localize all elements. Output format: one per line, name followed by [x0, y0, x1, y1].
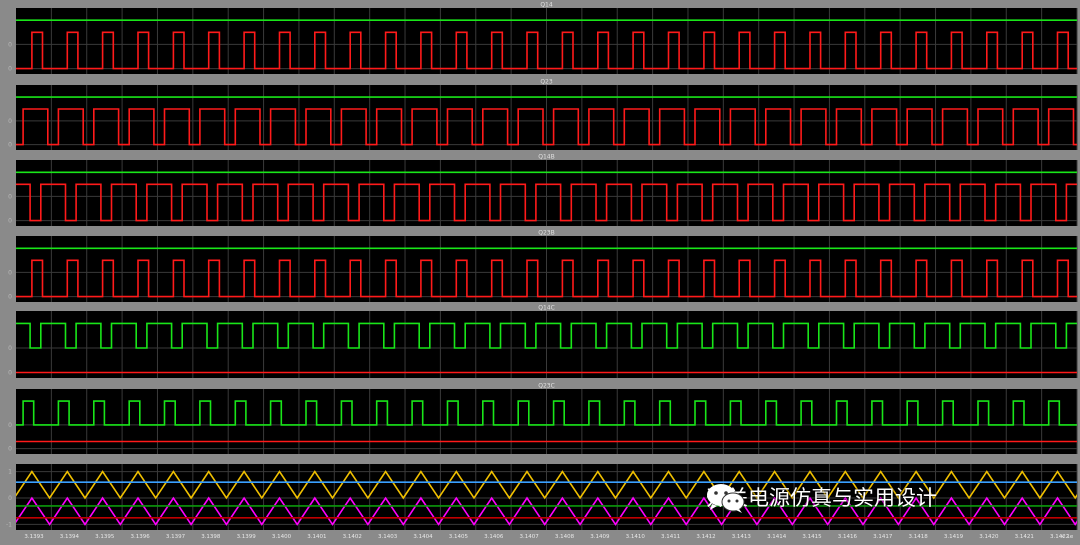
- y-tick-label: 0: [8, 41, 12, 48]
- y-tick-label: 0: [8, 142, 12, 149]
- y-tick-label: 0: [8, 294, 12, 301]
- subplot-q23b: Q23B 0 0: [8, 230, 1078, 302]
- subplot-title: Q14: [540, 2, 553, 9]
- x-tick-label: 3.1420: [979, 534, 999, 540]
- x-tick-label: 3.1402: [343, 534, 362, 540]
- x-tick-label: 3.1398: [201, 534, 221, 540]
- subplot-q14c: Q14C 0 0: [8, 305, 1078, 378]
- y-tick-label: -1: [6, 521, 12, 528]
- x-tick-label: 3.1418: [909, 534, 929, 540]
- x-tick-label: 3.1403: [378, 534, 398, 540]
- x-tick-label: 3.1408: [555, 534, 575, 540]
- x-tick-label: 3.1397: [166, 534, 186, 540]
- subplot-title: Q23C: [538, 383, 555, 390]
- subplot-q14b: Q14B 0 0: [8, 154, 1078, 226]
- y-tick-label: 0: [8, 422, 12, 429]
- y-tick-label: 0: [8, 446, 12, 453]
- y-tick-label: 0: [8, 345, 12, 352]
- y-tick-label: 0: [8, 218, 12, 225]
- y-tick-label: 0: [8, 118, 12, 125]
- y-tick-label: 0: [8, 269, 12, 276]
- x-tick-label: 3.1395: [95, 534, 115, 540]
- subplot-title: Q14C: [538, 305, 555, 312]
- x-tick-label: 3.1400: [272, 534, 292, 540]
- subplot-title: Q23B: [538, 230, 554, 237]
- x-tick-label: 3.1405: [449, 534, 469, 540]
- x-tick-label: 3.1410: [626, 534, 646, 540]
- x-tick-label: 3.1406: [484, 534, 504, 540]
- x-tick-label: 3.1411: [661, 534, 680, 540]
- x-tick-label: 3.1417: [873, 534, 893, 540]
- x-tick-label: 3.1413: [732, 534, 752, 540]
- y-tick-label: 0: [8, 66, 12, 73]
- x-tick-label: 3.1394: [60, 534, 80, 540]
- x-tick-label: 3.1407: [520, 534, 540, 540]
- waveform-chart: Q14 0 0 Q23 0 0 Q14B 0 0 Q23B 0 0 Q14C 0 0 Q23C 0 0 1 0 -1 3.…: [6, 2, 1078, 540]
- x-unit-label: × 1e: [1060, 534, 1074, 540]
- y-tick-label: 0: [8, 193, 12, 200]
- y-tick-label: 1: [8, 469, 12, 476]
- x-tick-label: 3.1409: [590, 534, 610, 540]
- subplot-title: Q23: [540, 79, 553, 86]
- x-tick-label: 3.1412: [696, 534, 715, 540]
- subplot-q23: Q23 0 0: [8, 79, 1078, 150]
- x-tick-label: 3.1416: [838, 534, 858, 540]
- x-tick-label: 3.1421: [1015, 534, 1034, 540]
- x-tick-label: 3.1401: [307, 534, 326, 540]
- x-tick-label: 3.1404: [413, 534, 433, 540]
- x-tick-label: 3.1415: [802, 534, 822, 540]
- x-tick-label: 3.1419: [944, 534, 964, 540]
- x-tick-label: 3.1393: [24, 534, 44, 540]
- subplot-q23c: Q23C 0 0: [8, 383, 1078, 454]
- y-tick-label: 0: [8, 495, 12, 502]
- subplot-q14: Q14 0 0: [8, 2, 1078, 74]
- watermark: 开关电源仿真与实用设计: [706, 482, 937, 513]
- wechat-icon: [707, 484, 745, 513]
- subplot-title: Q14B: [538, 154, 554, 161]
- y-tick-label: 0: [8, 370, 12, 377]
- x-tick-label: 3.1396: [130, 534, 150, 540]
- x-tick-label: 3.1399: [237, 534, 257, 540]
- waveform-viewer: Q14 0 0 Q23 0 0 Q14B 0 0 Q23B 0 0 Q14C 0 0 Q23C 0 0 1 0 -1 3.…: [0, 0, 1080, 545]
- x-tick-label: 3.1414: [767, 534, 787, 540]
